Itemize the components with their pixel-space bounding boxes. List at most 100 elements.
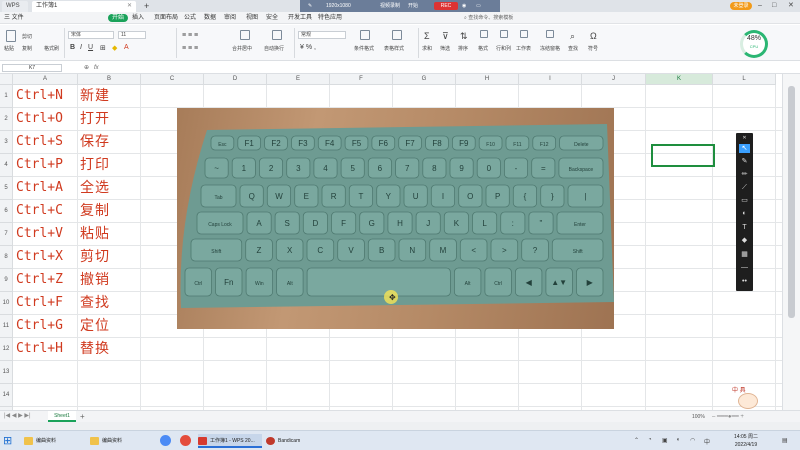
cut-button[interactable]: 剪切 (22, 33, 32, 40)
recorder-resolution[interactable]: 1920x1080 (326, 0, 351, 12)
close-tab-icon[interactable]: ✕ (127, 1, 132, 12)
maximize-icon[interactable]: □ (772, 0, 776, 12)
font-color-icon[interactable]: A (124, 44, 129, 51)
format-icon[interactable] (480, 30, 488, 38)
taskbar-app-wps[interactable]: 工作簿1 - WPS 20... (198, 434, 262, 448)
line-icon[interactable]: ▭ (739, 196, 750, 205)
menu-formulas[interactable]: 公式 (184, 12, 196, 24)
brush-icon[interactable]: ⟋ (739, 183, 750, 192)
column-header-h[interactable]: H (456, 74, 519, 85)
paste-button[interactable]: 粘贴 (4, 45, 14, 52)
command-search[interactable]: ⌕ 查找命令、搜索模板 (464, 14, 544, 22)
column-header-d[interactable]: D (204, 74, 267, 85)
recorder-mode[interactable]: 视频录制 (380, 0, 400, 12)
close-toolbar-icon[interactable]: ✕ (739, 134, 750, 143)
wrap-text-button[interactable]: 自动换行 (264, 45, 284, 52)
taskbar-app-folder-1[interactable]: 编曲资料 (24, 434, 82, 448)
folder-icon[interactable]: ▭ (476, 0, 481, 12)
font-name-select[interactable]: 宋体 (68, 31, 114, 39)
format-button[interactable]: 格式 (478, 45, 488, 52)
menu-home[interactable]: 开始 (108, 14, 129, 22)
shortcut-action-cell[interactable]: 新建 (80, 85, 110, 107)
border-icon[interactable]: ⊞ (100, 44, 106, 52)
column-header-l[interactable]: L (713, 74, 776, 85)
menu-security[interactable]: 安全 (266, 12, 278, 24)
pen-icon[interactable]: ✎ (739, 157, 750, 166)
row-header-12[interactable]: 12 (0, 338, 13, 361)
italic-icon[interactable]: I (80, 44, 82, 51)
shortcut-key-cell[interactable]: Ctrl+C (16, 200, 63, 222)
align-left-icon[interactable]: ≡ ≡ ≡ (182, 45, 198, 52)
row-header-13[interactable]: 13 (0, 361, 13, 384)
copy-button[interactable]: 复制 (22, 45, 32, 52)
media-app-icon[interactable] (180, 435, 191, 446)
tab-wps-home[interactable]: WPS (2, 1, 28, 12)
shortcut-key-cell[interactable]: Ctrl+N (16, 85, 63, 107)
conditional-format-button[interactable]: 条件格式 (354, 45, 374, 52)
shortcut-key-cell[interactable]: Ctrl+V (16, 223, 63, 245)
conditional-format-icon[interactable] (360, 30, 370, 40)
shortcut-action-cell[interactable]: 打印 (80, 154, 110, 176)
shortcut-key-cell[interactable]: Ctrl+O (16, 108, 63, 130)
camera-icon[interactable]: ▣ (662, 437, 668, 444)
symbol-button[interactable]: 符号 (588, 45, 598, 52)
paste-icon[interactable] (6, 30, 16, 42)
pencil-icon[interactable]: ✏ (739, 170, 750, 179)
shortcut-action-cell[interactable]: 撤销 (80, 269, 110, 291)
currency-icon[interactable]: ¥ % , (300, 44, 316, 51)
shortcut-key-cell[interactable]: Ctrl+H (16, 338, 63, 360)
shortcut-key-cell[interactable]: Ctrl+S (16, 131, 63, 153)
row-col-button[interactable]: 行和列 (496, 45, 511, 52)
menu-data[interactable]: 数据 (204, 12, 216, 24)
row-header-14[interactable]: 14 (0, 384, 13, 407)
scroll-thumb[interactable] (788, 86, 795, 318)
sheet-tab-sheet1[interactable]: Sheet1 (48, 411, 76, 422)
zoom-slider[interactable]: – ━━━●━━ + (712, 412, 744, 422)
eraser-icon[interactable]: ◆ (739, 236, 750, 245)
new-tab-button[interactable]: + (140, 1, 153, 12)
volume-icon[interactable]: ◖ (676, 437, 680, 443)
find-button[interactable]: 查找 (568, 45, 578, 52)
tray-expand-icon[interactable]: ⌃ (634, 437, 639, 444)
shortcut-key-cell[interactable]: Ctrl+F (16, 292, 63, 314)
ime-icon[interactable]: 中 (704, 437, 710, 446)
column-header-a[interactable]: A (13, 74, 78, 85)
row-header-3[interactable]: 3 (0, 131, 13, 154)
row-col-icon[interactable] (500, 30, 508, 38)
filter-icon[interactable]: ⊽ (442, 31, 449, 42)
sort-icon[interactable]: ⇅ (460, 31, 468, 42)
windows-start-icon[interactable]: ⊞ (3, 435, 15, 447)
highlighter-icon[interactable]: ◐ (739, 209, 750, 218)
row-header-11[interactable]: 11 (0, 315, 13, 338)
find-icon[interactable]: ⌕ (570, 31, 575, 42)
menu-file[interactable]: 三 文件 (4, 12, 24, 24)
login-button[interactable]: 未登录 (730, 2, 752, 10)
notification-icon[interactable]: ▤ (782, 437, 788, 444)
merge-center-button[interactable]: 合并居中 (232, 45, 252, 52)
freeze-icon[interactable] (546, 30, 554, 38)
more-icon[interactable]: •• (739, 277, 750, 286)
row-header-9[interactable]: 9 (0, 269, 13, 292)
sum-button[interactable]: 求和 (422, 45, 432, 52)
fx-icon[interactable]: fx (94, 63, 99, 73)
menu-developer[interactable]: 开发工具 (288, 12, 312, 24)
fill-color-icon[interactable]: ◆ (112, 44, 117, 52)
selected-cell-k7[interactable] (651, 144, 715, 167)
row-header-2[interactable]: 2 (0, 108, 13, 131)
column-header-j[interactable]: J (582, 74, 646, 85)
vertical-scrollbar[interactable] (782, 74, 800, 410)
shortcut-action-cell[interactable]: 保存 (80, 131, 110, 153)
shortcut-action-cell[interactable]: 替换 (80, 338, 110, 360)
table-style-button[interactable]: 表格样式 (384, 45, 404, 52)
menu-features[interactable]: 特色应用 (318, 12, 342, 24)
column-header-b[interactable]: B (78, 74, 141, 85)
shortcut-key-cell[interactable]: Ctrl+X (16, 246, 63, 268)
recorder-start[interactable]: 开始 (408, 0, 418, 12)
row-header-5[interactable]: 5 (0, 177, 13, 200)
column-header-g[interactable]: G (393, 74, 456, 85)
row-header-8[interactable]: 8 (0, 246, 13, 269)
row-header-1[interactable]: 1 (0, 85, 13, 108)
pattern-icon[interactable]: ▦ (739, 250, 750, 259)
minus-icon[interactable]: — (739, 263, 750, 272)
rec-button[interactable]: REC (434, 2, 458, 10)
